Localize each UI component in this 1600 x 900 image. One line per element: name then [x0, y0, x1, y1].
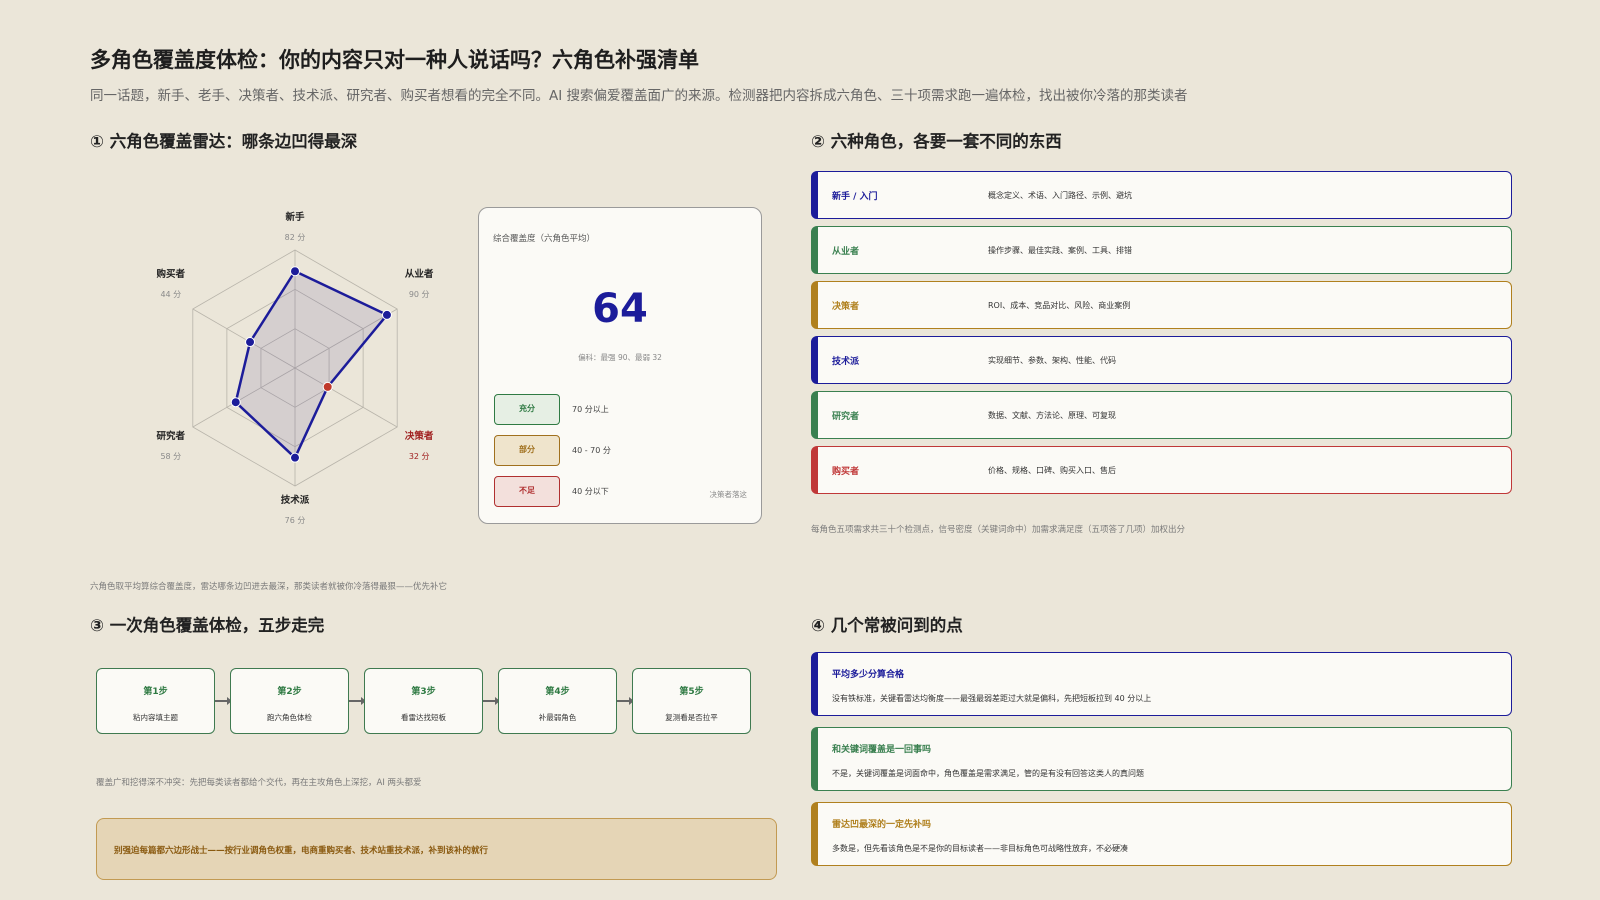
- legend-text-partial: 40 - 70 分: [572, 446, 611, 455]
- legend-badge-partial: 部分: [494, 435, 560, 466]
- step-card-4: 第4步 补最弱角色: [498, 668, 617, 734]
- section-title-roles: ② 六种角色，各要一套不同的东西: [811, 132, 1062, 151]
- faq-answer: 多数是，但先看该角色是不是你的目标读者——非目标角色可战略性放弃，不必硬凑: [832, 844, 1128, 853]
- radar-label-score: 76 分: [285, 516, 306, 525]
- faq-question: 和关键词覆盖是一回事吗: [832, 745, 932, 755]
- step-arrow: [483, 697, 500, 705]
- radar-point-5: [245, 337, 256, 348]
- section-title-faq: ④ 几个常被问到的点: [811, 616, 963, 635]
- step-desc: 跑六角色体检: [267, 713, 312, 722]
- radar-point-2: [322, 381, 333, 392]
- radar-label-score: 44 分: [160, 290, 181, 299]
- radar-point-4: [230, 397, 241, 408]
- role-needs: 价格、规格、口碑、购买入口、售后: [988, 466, 1116, 475]
- radar-label-name: 从业者: [405, 268, 434, 280]
- step-title: 第5步: [679, 687, 704, 697]
- faq-card-2: 和关键词覆盖是一回事吗 不是，关键词覆盖是词面命中，角色覆盖是需求满足，管的是有…: [811, 727, 1512, 791]
- step-title: 第3步: [411, 687, 436, 697]
- faq-card-3: 雷达凹最深的一定先补吗 多数是，但先看该角色是不是你的目标读者——非目标角色可战…: [811, 802, 1512, 866]
- step-desc: 补最弱角色: [538, 713, 577, 722]
- radar-label-name: 新手: [285, 211, 305, 223]
- step-arrow: [349, 697, 366, 705]
- radar-point-3: [290, 452, 300, 463]
- legend-row-sufficient: 充分 70 分以上: [494, 394, 644, 425]
- radar-label-score: 82 分: [285, 233, 306, 242]
- radar-coverage-polygon: [234, 269, 389, 459]
- faq-question: 平均多少分算合格: [832, 670, 905, 680]
- role-name: 决策者: [832, 302, 860, 312]
- role-card-tech: 技术派 实现细节、参数、架构、性能、代码: [811, 336, 1512, 384]
- tip-text: 别强迫每篇都六边形战士——按行业调角色权重，电商重购买者、技术站重技术派，补到该…: [114, 846, 489, 856]
- radar-caption: 六角色取平均算综合覆盖度，雷达哪条边凹进去最深，那类读者就被你冷落得最狠——优先…: [90, 582, 448, 592]
- page-subtitle: 同一话题，新手、老手、决策者、技术派、研究者、购买者想看的完全不同。AI 搜索偏…: [90, 88, 1188, 104]
- step-card-3: 第3步 看雷达找短板: [364, 668, 483, 734]
- step-desc: 复测看是否拉平: [665, 713, 718, 722]
- steps-caption: 覆盖广和挖得深不冲突：先把每类读者都给个交代，再在主攻角色上深挖，AI 两头都爱: [96, 778, 422, 788]
- radar-label-name: 决策者: [405, 430, 434, 442]
- radar-label-score: 90 分: [409, 290, 430, 299]
- role-needs: 概念定义、术语、入门路径、示例、避坑: [988, 191, 1132, 200]
- role-name: 购买者: [832, 467, 860, 477]
- score-bias-text: 偏科：最强 90、最弱 32: [578, 353, 662, 362]
- overall-score-value: 64: [592, 286, 648, 332]
- step-card-5: 第5步 复测看是否拉平: [632, 668, 751, 734]
- roles-caption: 每角色五项需求共三十个检测点，信号密度（关键词命中）加需求满足度（五项答了几项）…: [811, 525, 1186, 535]
- role-card-practitioner: 从业者 操作步骤、最佳实践、案例、工具、排错: [811, 226, 1512, 274]
- step-arrow: [617, 697, 634, 705]
- role-name: 从业者: [832, 247, 860, 257]
- legend-badge-insufficient: 不足: [494, 476, 560, 507]
- decision-maker-note: 决策者落这: [709, 490, 748, 499]
- role-name: 研究者: [832, 412, 860, 422]
- role-card-beginner: 新手 / 入门 概念定义、术语、入门路径、示例、避坑: [811, 171, 1512, 219]
- legend-row-partial: 部分 40 - 70 分: [494, 435, 644, 466]
- tip-box: 别强迫每篇都六边形战士——按行业调角色权重，电商重购买者、技术站重技术派，补到该…: [96, 818, 777, 880]
- legend-text-insufficient: 40 分以下: [572, 487, 609, 496]
- overall-score-label: 综合覆盖度（六角色平均）: [493, 234, 596, 244]
- radar-label-score: 32 分: [409, 452, 430, 461]
- overall-score-card: 综合覆盖度（六角色平均） 64 偏科：最强 90、最弱 32 充分 70 分以上…: [478, 207, 762, 524]
- role-needs: ROI、成本、竞品对比、风险、商业案例: [988, 301, 1131, 310]
- role-name: 新手 / 入门: [832, 192, 878, 202]
- legend-text-sufficient: 70 分以上: [572, 405, 609, 414]
- faq-card-1: 平均多少分算合格 没有铁标准，关键看雷达均衡度——最强最弱差距过大就是偏科，先把…: [811, 652, 1512, 716]
- step-card-1: 第1步 粘内容填主题: [96, 668, 215, 734]
- role-card-decision-maker: 决策者 ROI、成本、竞品对比、风险、商业案例: [811, 281, 1512, 329]
- step-title: 第2步: [277, 687, 302, 697]
- legend-row-insufficient: 不足 40 分以下: [494, 476, 644, 507]
- step-card-2: 第2步 跑六角色体检: [230, 668, 349, 734]
- radar-label-score: 58 分: [160, 452, 181, 461]
- step-arrow: [215, 697, 232, 705]
- radar-label-name: 研究者: [157, 430, 186, 442]
- step-desc: 粘内容填主题: [133, 713, 178, 722]
- section-title-radar: ① 六角色覆盖雷达：哪条边凹得最深: [90, 132, 358, 151]
- radar-point-1: [381, 309, 392, 320]
- radar-label-name: 技术派: [281, 494, 310, 506]
- faq-answer: 不是，关键词覆盖是词面命中，角色覆盖是需求满足，管的是有没有回答这类人的真问题: [832, 769, 1144, 778]
- role-name: 技术派: [832, 357, 860, 367]
- radar-point-0: [290, 266, 300, 277]
- step-title: 第1步: [143, 687, 168, 697]
- role-card-researcher: 研究者 数据、文献、方法论、原理、可复现: [811, 391, 1512, 439]
- role-needs: 操作步骤、最佳实践、案例、工具、排错: [988, 246, 1132, 255]
- step-desc: 看雷达找短板: [401, 713, 446, 722]
- faq-question: 雷达凹最深的一定先补吗: [832, 820, 932, 830]
- role-card-buyer: 购买者 价格、规格、口碑、购买入口、售后: [811, 446, 1512, 494]
- step-title: 第4步: [545, 687, 570, 697]
- section-title-steps: ③ 一次角色覆盖体检，五步走完: [90, 616, 325, 635]
- page-title: 多角色覆盖度体检：你的内容只对一种人说话吗？六角色补强清单: [90, 48, 699, 72]
- role-needs: 数据、文献、方法论、原理、可复现: [988, 411, 1116, 420]
- legend-badge-sufficient: 充分: [494, 394, 560, 425]
- radar-label-name: 购买者: [157, 268, 186, 280]
- coverage-radar-chart: 新手 82 分从业者 90 分决策者 32 分技术派 76 分 研究者 58 分 购买者 44 …: [157, 211, 434, 525]
- faq-answer: 没有铁标准，关键看雷达均衡度——最强最弱差距过大就是偏科，先把短板拉到 40 分…: [832, 694, 1152, 703]
- role-needs: 实现细节、参数、架构、性能、代码: [988, 356, 1116, 365]
